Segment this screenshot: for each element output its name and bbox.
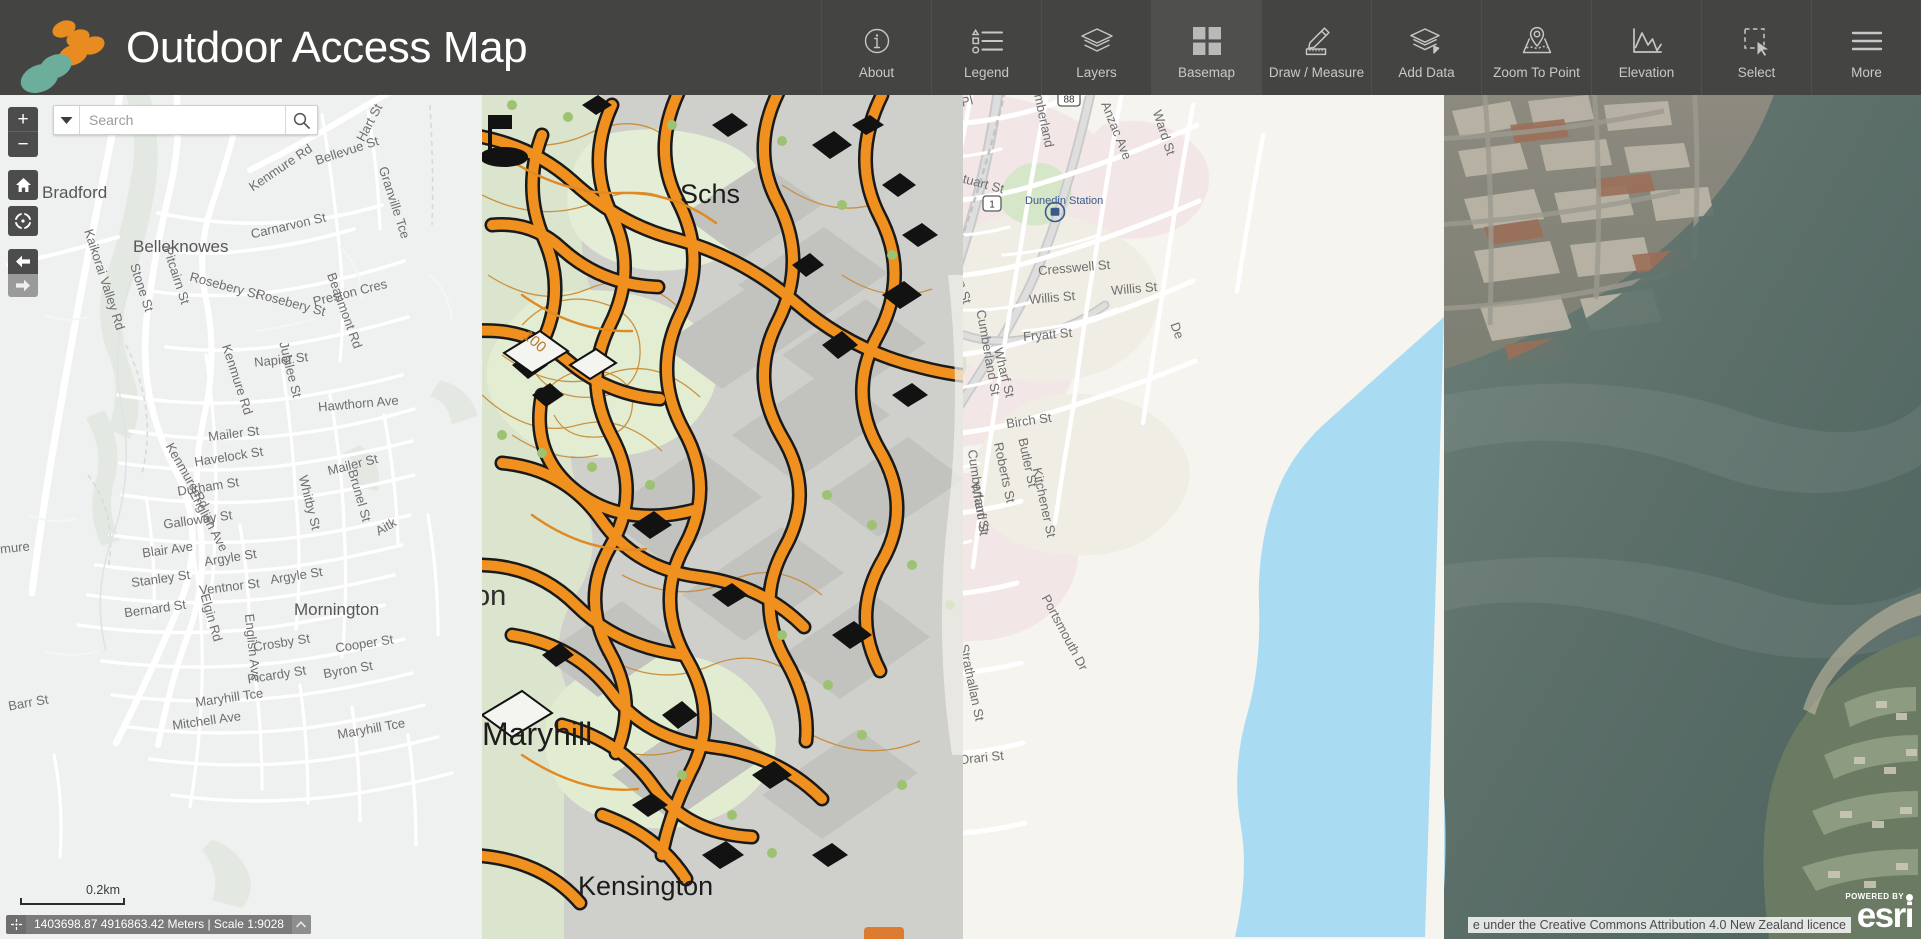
streets-vectors (0, 95, 482, 939)
legend-list-icon (969, 20, 1005, 62)
imagery-tiles (1444, 95, 1921, 939)
select-marquee-icon (1740, 20, 1774, 62)
layers-add-icon (1408, 20, 1446, 62)
tool-select[interactable]: Select (1701, 0, 1811, 95)
tool-label: Elevation (1618, 64, 1675, 80)
svg-text:Kensington: Kensington (578, 871, 713, 901)
svg-text:1: 1 (989, 200, 995, 211)
chevron-up-icon (296, 921, 307, 928)
page-title: Outdoor Access Map (126, 22, 528, 72)
svg-text:88: 88 (1063, 95, 1075, 106)
map-attribution: e under the Creative Commons Attribution… (1467, 917, 1851, 933)
tool-label: Draw / Measure (1268, 64, 1365, 80)
search-submit-button[interactable] (285, 106, 317, 134)
tool-basemap[interactable]: Basemap (1151, 0, 1261, 95)
tool-label: More (1851, 64, 1882, 80)
tool-label: Add Data (1398, 64, 1455, 80)
zoom-out-button[interactable]: − (8, 132, 38, 157)
esri-logo: POWERED BY esri (1845, 893, 1915, 936)
app-header: Outdoor Access Map About Legend Layers B… (0, 0, 1921, 98)
outdoor-access-logo (16, 13, 108, 98)
arrow-right-icon (16, 279, 30, 292)
tool-label: About (858, 64, 895, 80)
tool-about[interactable]: About (821, 0, 931, 95)
brand: Outdoor Access Map (0, 13, 528, 98)
search-widget[interactable] (53, 105, 318, 135)
tool-layers[interactable]: Layers (1041, 0, 1151, 95)
zoom-control-group: + − (8, 107, 38, 157)
tool-label: Layers (1076, 64, 1117, 80)
tool-add-data[interactable]: Add Data (1371, 0, 1481, 95)
info-circle-icon (862, 20, 892, 62)
dunedin-vectors: 1 88 (963, 95, 1444, 939)
zoom-in-label: + (17, 108, 29, 130)
coordinate-toggle-button[interactable] (291, 915, 311, 934)
basemap-grid-icon (1191, 20, 1223, 62)
map-pin-icon (1519, 20, 1555, 62)
search-source-dropdown[interactable] (54, 106, 80, 134)
tool-more[interactable]: More (1811, 0, 1921, 95)
home-icon (15, 178, 31, 192)
coordinate-widget[interactable]: 1403698.87 4916863.42 Meters | Scale 1:9… (6, 915, 311, 934)
elevation-chart-icon (1630, 20, 1664, 62)
scalebar-bar (20, 898, 125, 905)
topo-vectors: Schs 100 on Maryhill Kensington (482, 95, 963, 939)
tool-draw-measure[interactable]: Draw / Measure (1261, 0, 1371, 95)
svg-text:Schs: Schs (680, 179, 740, 209)
scalebar-label: 0.2km (85, 883, 120, 897)
scalebar: 0.2km (20, 883, 125, 905)
imagery-basemap-panel[interactable] (1444, 95, 1921, 939)
search-icon (293, 112, 310, 129)
locate-crosshair-icon (14, 212, 32, 230)
tool-elevation[interactable]: Elevation (1591, 0, 1701, 95)
tool-label: Select (1737, 64, 1776, 80)
topo-scroll-nub[interactable] (864, 927, 904, 939)
tool-zoom-to-point[interactable]: Zoom To Point (1481, 0, 1591, 95)
svg-text:Maryhill: Maryhill (482, 716, 592, 752)
next-extent-button[interactable] (8, 274, 38, 297)
zoom-out-label: − (17, 134, 29, 155)
streets-basemap-panel[interactable]: Bradford Belleknowes Mornington Bellevue… (0, 95, 482, 939)
map-viewport[interactable]: Bradford Belleknowes Mornington Bellevue… (0, 95, 1921, 939)
esri-wordmark: esri (1856, 896, 1915, 936)
search-input[interactable] (80, 106, 285, 134)
layers-stack-icon (1078, 20, 1116, 62)
pencil-ruler-icon (1300, 20, 1334, 62)
arrow-left-icon (16, 255, 30, 268)
zoom-in-button[interactable]: + (8, 107, 38, 132)
tool-label: Basemap (1177, 64, 1236, 80)
previous-extent-button[interactable] (8, 249, 38, 274)
tool-legend[interactable]: Legend (931, 0, 1041, 95)
topo-basemap-panel[interactable]: Schs 100 on Maryhill Kensington (482, 95, 963, 939)
move-handle-icon[interactable] (6, 919, 26, 930)
header-toolbar: About Legend Layers Basemap Draw / Measu… (821, 0, 1921, 95)
locate-button[interactable] (8, 206, 38, 236)
home-button[interactable] (8, 170, 38, 200)
tool-label: Legend (963, 64, 1010, 80)
map-navigation-controls: + − (8, 107, 38, 297)
dunedin-basemap-panel[interactable]: 1 88 Dunedin The Exchange Dunedin Statio… (963, 95, 1444, 939)
coordinate-readout: 1403698.87 4916863.42 Meters | Scale 1:9… (26, 915, 292, 934)
svg-text:on: on (482, 580, 506, 612)
tool-label: Zoom To Point (1493, 64, 1580, 80)
hamburger-icon (1849, 20, 1885, 62)
chevron-down-icon (60, 116, 73, 124)
